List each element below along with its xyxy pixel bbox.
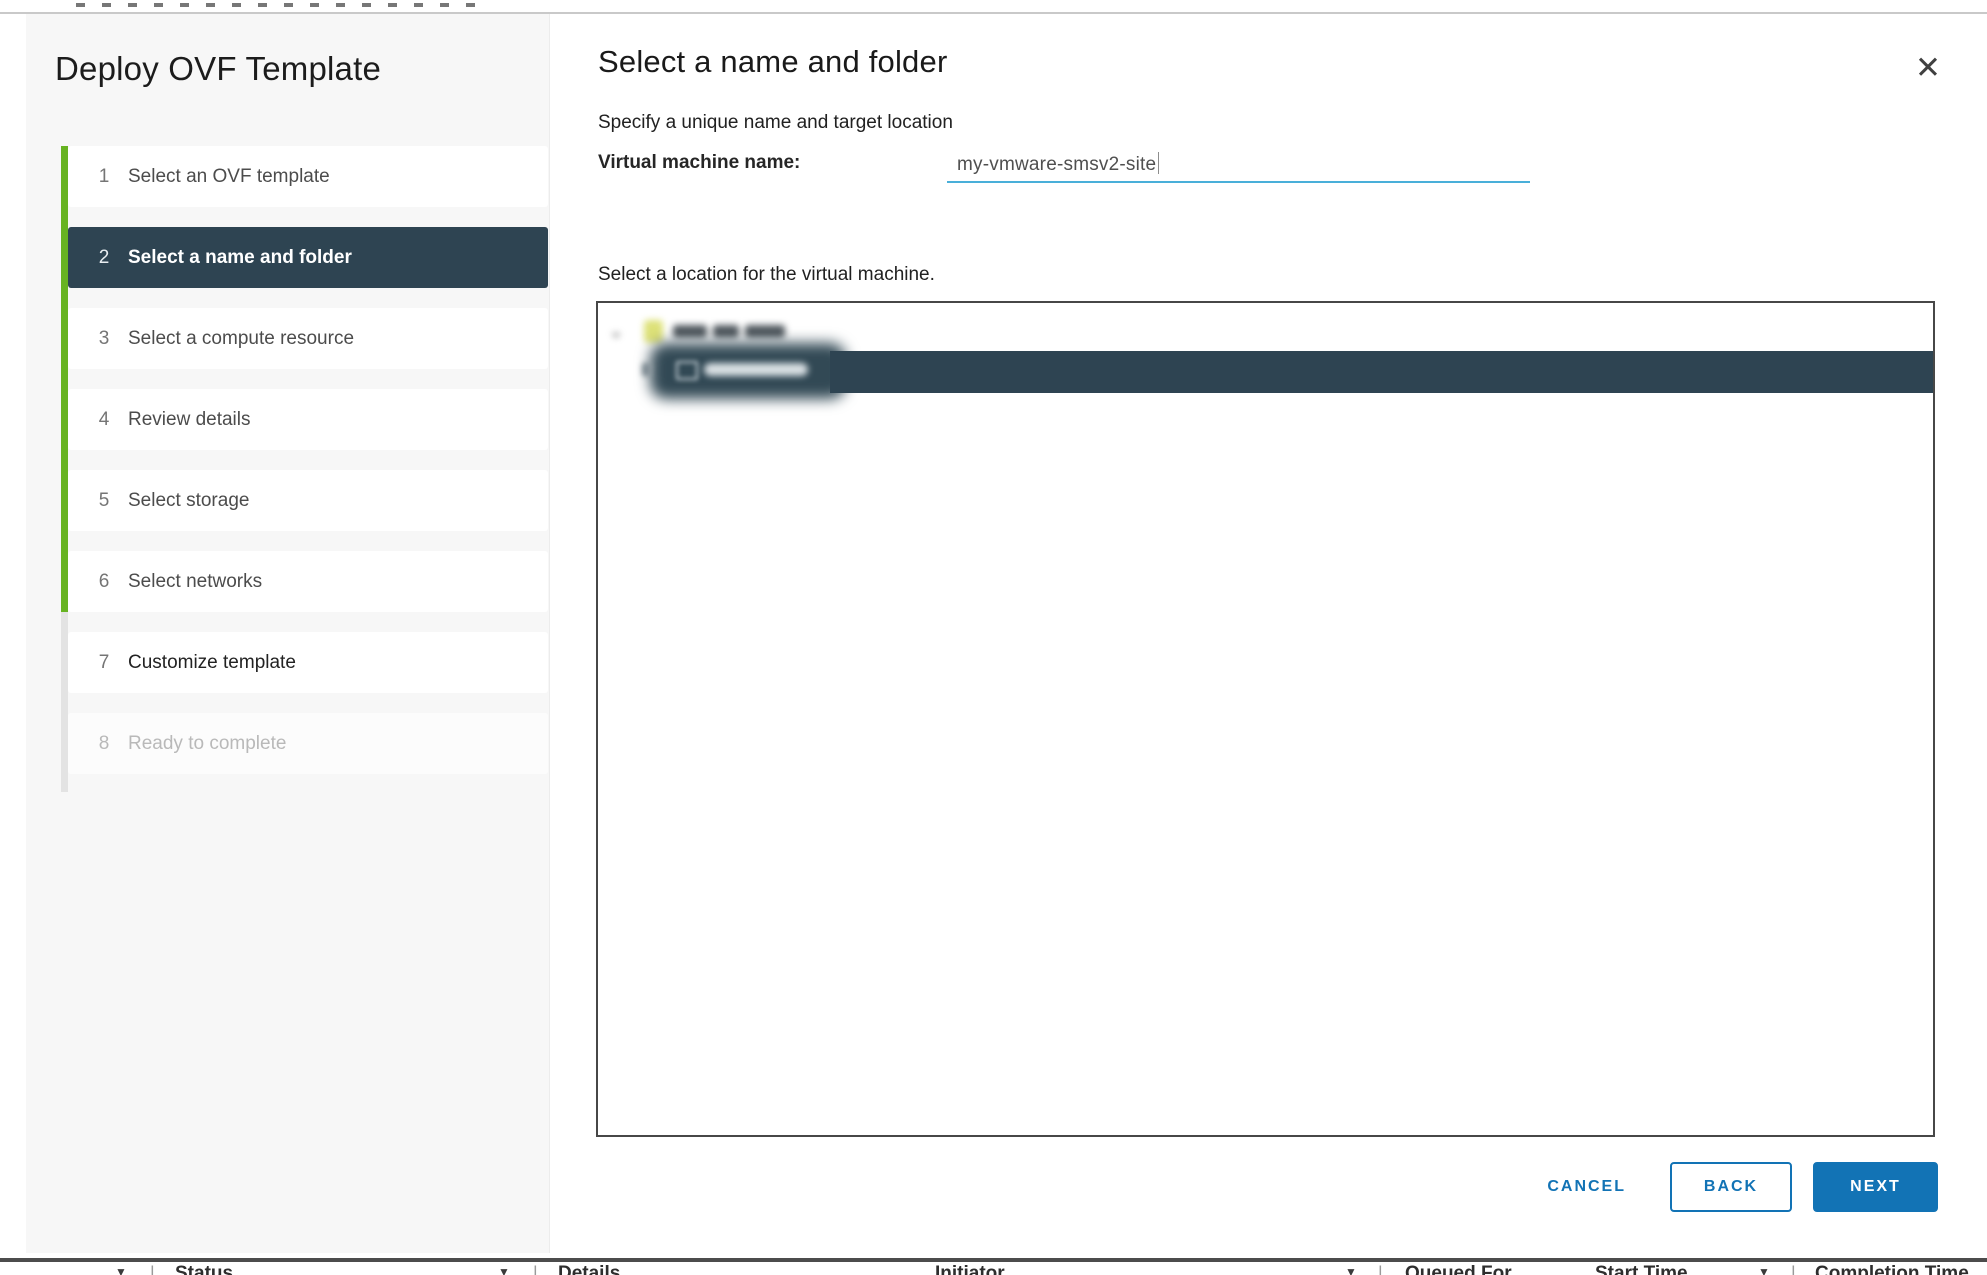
- location-prompt: Select a location for the virtual machin…: [598, 264, 935, 286]
- screenshot-root: Deploy OVF Template 1 Select an OVF temp…: [0, 0, 1987, 1275]
- progress-bar-remaining: [61, 612, 68, 792]
- step-label: Select storage: [128, 490, 249, 512]
- step-number: 5: [93, 490, 115, 512]
- filter-icon: ▼: [1758, 1265, 1770, 1275]
- wizard-step-5[interactable]: 5 Select storage: [68, 470, 548, 531]
- step-number: 4: [93, 409, 115, 431]
- tasks-column-completion-time: Completion Time: [1815, 1263, 1969, 1275]
- step-number: 1: [93, 166, 115, 188]
- vm-location-tree[interactable]: ⌄: [596, 301, 1935, 1137]
- blurred-host-label: [745, 325, 785, 338]
- column-separator: |: [1791, 1263, 1796, 1275]
- blurred-folder-label: [704, 363, 808, 376]
- progress-bar-active: [61, 146, 68, 612]
- cancel-button[interactable]: CANCEL: [1537, 1172, 1636, 1202]
- filter-icon: ▼: [1345, 1265, 1357, 1275]
- folder-icon: [676, 361, 698, 380]
- wizard-steps: 1 Select an OVF template 2 Select a name…: [68, 146, 548, 794]
- wizard-footer: CANCEL BACK NEXT: [1537, 1162, 1938, 1212]
- step-label: Select a name and folder: [128, 247, 352, 269]
- wizard-content: ✕ Select a name and folder Specify a uni…: [550, 14, 1961, 1253]
- next-button[interactable]: NEXT: [1813, 1162, 1938, 1212]
- column-separator: |: [533, 1263, 538, 1275]
- wizard-step-2-active[interactable]: 2 Select a name and folder: [68, 227, 548, 288]
- tasks-column-status: Status: [175, 1263, 233, 1275]
- tasks-column-start-time: Start Time: [1595, 1263, 1688, 1275]
- clipped-text-remnants: [76, 3, 491, 7]
- step-label: Select a compute resource: [128, 328, 354, 350]
- wizard-step-8-disabled: 8 Ready to complete: [68, 713, 548, 774]
- tasks-pane-border: [0, 1258, 1987, 1262]
- chevron-right-icon: [642, 363, 651, 376]
- text-cursor: [1158, 152, 1159, 174]
- tasks-column-details: Details: [558, 1263, 620, 1275]
- step-label: Customize template: [128, 652, 296, 674]
- vm-name-label: Virtual machine name:: [598, 152, 800, 174]
- column-separator: |: [1378, 1263, 1383, 1275]
- wizard-sidebar: Deploy OVF Template 1 Select an OVF temp…: [26, 14, 550, 1253]
- chevron-down-icon: ⌄: [609, 323, 623, 340]
- back-button[interactable]: BACK: [1670, 1162, 1792, 1212]
- wizard-step-7[interactable]: 7 Customize template: [68, 632, 548, 693]
- wizard-step-6[interactable]: 6 Select networks: [68, 551, 548, 612]
- step-label: Review details: [128, 409, 251, 431]
- step-number: 6: [93, 571, 115, 593]
- step-number: 7: [93, 652, 115, 674]
- tree-item-folder-selected[interactable]: [830, 351, 1933, 393]
- step-number: 3: [93, 328, 115, 350]
- step-number: 2: [93, 247, 115, 269]
- close-icon[interactable]: ✕: [1911, 48, 1945, 87]
- blurred-host-label: [713, 325, 739, 338]
- vm-name-input[interactable]: my-vmware-smsv2-site: [947, 151, 1530, 183]
- wizard-step-4[interactable]: 4 Review details: [68, 389, 548, 450]
- column-separator: |: [150, 1263, 155, 1275]
- tasks-column-initiator: Initiator: [935, 1263, 1005, 1275]
- step-label: Select networks: [128, 571, 262, 593]
- clipped-tasks-header: ▼ | Status ▼ | Details Initiator ▼ | Que…: [0, 1256, 1987, 1275]
- step-label: Ready to complete: [128, 733, 286, 755]
- step-number: 8: [93, 733, 115, 755]
- host-icon: [644, 320, 663, 343]
- filter-icon: ▼: [498, 1265, 510, 1275]
- page-title: Select a name and folder: [598, 44, 947, 80]
- page-subtitle: Specify a unique name and target locatio…: [598, 112, 953, 134]
- filter-icon: ▼: [115, 1265, 127, 1275]
- dialog-title: Deploy OVF Template: [55, 50, 381, 88]
- wizard-step-1[interactable]: 1 Select an OVF template: [68, 146, 548, 207]
- tasks-column-queued-for: Queued For: [1405, 1263, 1512, 1275]
- blurred-host-label: [673, 325, 707, 338]
- wizard-step-3[interactable]: 3 Select a compute resource: [68, 308, 548, 369]
- step-label: Select an OVF template: [128, 166, 330, 188]
- vm-name-value: my-vmware-smsv2-site: [947, 151, 1156, 176]
